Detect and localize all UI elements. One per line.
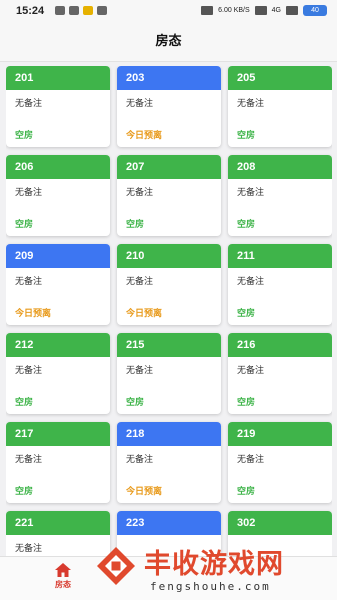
room-status: 空房 xyxy=(126,220,145,230)
room-card[interactable]: 208 无备注空房 xyxy=(228,155,332,236)
room-note: 无备注 xyxy=(15,188,43,198)
room-number: 217 xyxy=(6,422,110,446)
room-card[interactable]: 217 无备注空房 xyxy=(6,422,110,503)
room-status: 今日预离 xyxy=(126,487,163,497)
status-bar: 15:24 6.00 KB/S 4G 40 xyxy=(0,0,337,24)
room-note: 无备注 xyxy=(126,188,154,198)
room-card[interactable]: 201 无备注空房 xyxy=(6,66,110,147)
room-number: 211 xyxy=(228,244,332,268)
room-number: 206 xyxy=(6,155,110,179)
room-note: 无备注 xyxy=(126,99,154,109)
title-bar: 房态 xyxy=(0,24,337,62)
room-number: 215 xyxy=(117,333,221,357)
room-note: 无备注 xyxy=(126,277,154,287)
room-status: 今日预离 xyxy=(126,309,163,319)
room-number: 208 xyxy=(228,155,332,179)
room-number: 218 xyxy=(117,422,221,446)
tab-room-status-label: 房态 xyxy=(55,580,71,589)
battery-icon: 40 xyxy=(303,5,327,16)
watermark-title: 丰收游戏网 xyxy=(144,549,284,580)
signal-icon xyxy=(254,6,267,15)
room-card[interactable]: 219 无备注空房 xyxy=(228,422,332,503)
watermark-subtitle: fengshouhe.com xyxy=(150,580,271,593)
room-card[interactable]: 209 无备注今日预离 xyxy=(6,244,110,325)
notification-icon xyxy=(69,6,79,15)
room-note: 无备注 xyxy=(237,277,265,287)
room-status: 今日预离 xyxy=(126,131,163,141)
room-note: 无备注 xyxy=(126,455,154,465)
room-card[interactable]: 203 无备注今日预离 xyxy=(117,66,221,147)
room-note: 无备注 xyxy=(237,188,265,198)
room-note: 无备注 xyxy=(237,99,265,109)
room-number: 221 xyxy=(6,511,110,535)
room-number: 203 xyxy=(117,66,221,90)
notification-icon xyxy=(55,6,65,15)
room-number: 302 xyxy=(228,511,332,535)
room-note: 无备注 xyxy=(237,366,265,376)
room-card[interactable]: 212 无备注空房 xyxy=(6,333,110,414)
room-status: 今日预离 xyxy=(15,309,52,319)
status-time: 15:24 xyxy=(16,5,45,17)
room-number: 207 xyxy=(117,155,221,179)
room-note: 无备注 xyxy=(15,277,43,287)
room-grid: 201 无备注 空房 203 无备注 今日预离 205 无备注 空房 206 无备注 空房 207 无备注… xyxy=(6,66,332,556)
home-icon xyxy=(55,563,71,577)
watermark: 丰收游戏网 fengshouhe.com xyxy=(92,538,337,600)
room-status: 空房 xyxy=(126,398,145,408)
room-card[interactable]: 205 无备注空房 xyxy=(228,66,332,147)
room-note: 无备注 xyxy=(15,544,43,554)
room-status: 空房 xyxy=(237,487,256,497)
room-card[interactable]: 207 无备注空房 xyxy=(117,155,221,236)
room-status: 空房 xyxy=(237,309,256,319)
wifi-icon xyxy=(286,6,298,15)
alarm-icon xyxy=(201,6,214,15)
network-type: 4G xyxy=(271,7,281,14)
page-title: 房态 xyxy=(155,34,182,49)
room-number: 223 xyxy=(117,511,221,535)
room-card[interactable]: 215 无备注空房 xyxy=(117,333,221,414)
emoji-icon xyxy=(83,6,93,15)
room-note: 无备注 xyxy=(15,455,43,465)
room-card[interactable]: 210 无备注今日预离 xyxy=(117,244,221,325)
room-number: 212 xyxy=(6,333,110,357)
network-speed: 6.00 KB/S xyxy=(218,7,250,14)
room-status: 空房 xyxy=(15,398,34,408)
room-note: 无备注 xyxy=(126,366,154,376)
notification-icons xyxy=(55,6,107,15)
room-number: 210 xyxy=(117,244,221,268)
tab-room-status[interactable]: 房态 xyxy=(46,563,80,590)
room-note: 无备注 xyxy=(15,99,43,109)
system-icons: 6.00 KB/S 4G 40 xyxy=(201,5,327,16)
room-status: 空房 xyxy=(15,487,34,497)
room-note: 无备注 xyxy=(237,455,265,465)
room-status: 空房 xyxy=(237,131,256,141)
room-status: 空房 xyxy=(15,131,34,141)
room-number: 219 xyxy=(228,422,332,446)
room-status: 空房 xyxy=(237,220,256,230)
room-number: 201 xyxy=(6,66,110,90)
watermark-logo xyxy=(97,547,135,585)
message-icon xyxy=(97,6,107,15)
room-number: 209 xyxy=(6,244,110,268)
room-card[interactable]: 211 无备注空房 xyxy=(228,244,332,325)
room-status: 空房 xyxy=(15,220,34,230)
room-number: 205 xyxy=(228,66,332,90)
room-card[interactable]: 218 无备注今日预离 xyxy=(117,422,221,503)
room-card[interactable]: 206 无备注空房 xyxy=(6,155,110,236)
room-number: 216 xyxy=(228,333,332,357)
room-note: 无备注 xyxy=(15,366,43,376)
room-status: 空房 xyxy=(237,398,256,408)
room-card[interactable]: 216 无备注空房 xyxy=(228,333,332,414)
